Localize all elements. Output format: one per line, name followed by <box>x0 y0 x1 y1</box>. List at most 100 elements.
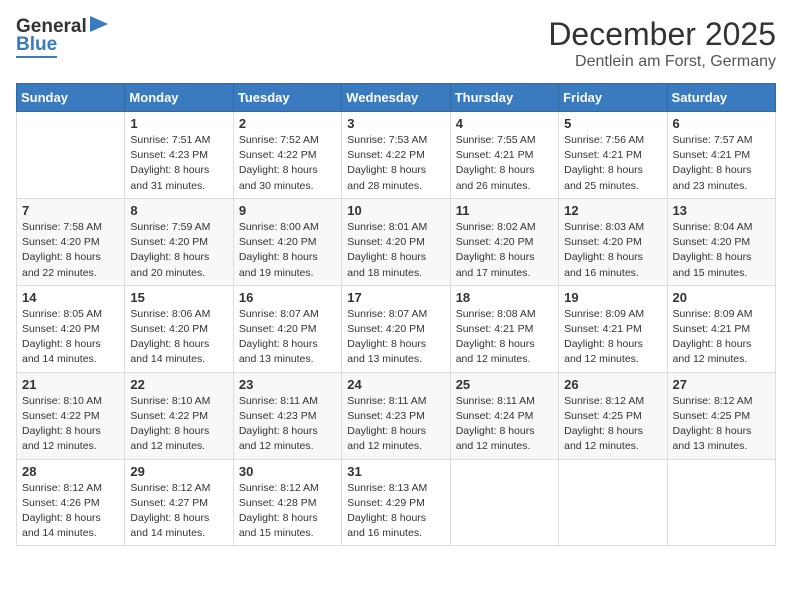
calendar-cell: 29 Sunrise: 8:12 AMSunset: 4:27 PMDayligh… <box>125 459 233 546</box>
dow-header-saturday: Saturday <box>667 84 775 112</box>
day-number: 11 <box>456 203 553 218</box>
calendar-cell <box>17 112 125 199</box>
calendar-cell: 28Sunrise: 8:12 AMSunset: 4:26 PMDayligh… <box>17 459 125 546</box>
day-number: 13 <box>673 203 770 218</box>
calendar-cell: 7 Sunrise: 7:58 AMSunset: 4:20 PMDaylight… <box>17 198 125 285</box>
day-number: 12 <box>564 203 661 218</box>
day-number: 1 <box>130 116 227 131</box>
title-section: December 2025 Dentlein am Forst, Germany <box>548 16 776 71</box>
day-number: 17 <box>347 290 444 305</box>
day-number: 19 <box>564 290 661 305</box>
day-info: Sunrise: 8:12 AMSunset: 4:25 PMDaylight:… <box>564 394 661 455</box>
day-number: 2 <box>239 116 336 131</box>
calendar-cell: 30Sunrise: 8:12 AMSunset: 4:28 PMDayligh… <box>233 459 341 546</box>
logo: General Blue <box>16 16 108 58</box>
day-number: 29 <box>130 464 227 479</box>
calendar-cell: 25Sunrise: 8:11 AMSunset: 4:24 PMDayligh… <box>450 372 558 459</box>
calendar-cell: 24 Sunrise: 8:11 AMSunset: 4:23 PMDayligh… <box>342 372 450 459</box>
day-number: 14 <box>22 290 119 305</box>
calendar-cell: 5 Sunrise: 7:56 AMSunset: 4:21 PMDaylight… <box>559 112 667 199</box>
calendar-cell: 4 Sunrise: 7:55 AMSunset: 4:21 PMDaylight… <box>450 112 558 199</box>
calendar-cell: 12 Sunrise: 8:03 AMSunset: 4:20 PMDayligh… <box>559 198 667 285</box>
dow-header-wednesday: Wednesday <box>342 84 450 112</box>
day-info: Sunrise: 7:57 AMSunset: 4:21 PMDaylight:… <box>673 133 770 194</box>
calendar-cell <box>667 459 775 546</box>
dow-header-sunday: Sunday <box>17 84 125 112</box>
day-number: 10 <box>347 203 444 218</box>
day-number: 7 <box>22 203 119 218</box>
day-number: 21 <box>22 377 119 392</box>
calendar-cell: 18 Sunrise: 8:08 AMSunset: 4:21 PMDayligh… <box>450 285 558 372</box>
calendar-cell: 2 Sunrise: 7:52 AMSunset: 4:22 PMDaylight… <box>233 112 341 199</box>
day-info: Sunrise: 8:11 AMSunset: 4:23 PMDaylight:… <box>239 394 336 455</box>
day-info: Sunrise: 7:53 AMSunset: 4:22 PMDaylight:… <box>347 133 444 194</box>
week-row-3: 14 Sunrise: 8:05 AMSunset: 4:20 PMDayligh… <box>17 285 776 372</box>
day-info: Sunrise: 8:04 AMSunset: 4:20 PMDaylight:… <box>673 220 770 281</box>
day-number: 28 <box>22 464 119 479</box>
day-number: 27 <box>673 377 770 392</box>
logo-blue-text: Blue <box>16 34 57 58</box>
day-info: Sunrise: 8:13 AMSunset: 4:29 PMDaylight:… <box>347 481 444 542</box>
calendar-cell: 3 Sunrise: 7:53 AMSunset: 4:22 PMDaylight… <box>342 112 450 199</box>
page-header: General Blue December 2025 Dentlein am F… <box>16 16 776 71</box>
day-number: 3 <box>347 116 444 131</box>
week-row-1: 1 Sunrise: 7:51 AMSunset: 4:23 PMDaylight… <box>17 112 776 199</box>
day-info: Sunrise: 8:12 AMSunset: 4:27 PMDaylight:… <box>130 481 227 542</box>
calendar-cell: 9Sunrise: 8:00 AMSunset: 4:20 PMDaylight… <box>233 198 341 285</box>
day-info: Sunrise: 8:07 AMSunset: 4:20 PMDaylight:… <box>347 307 444 368</box>
day-number: 5 <box>564 116 661 131</box>
day-info: Sunrise: 8:01 AMSunset: 4:20 PMDaylight:… <box>347 220 444 281</box>
calendar-cell: 27 Sunrise: 8:12 AMSunset: 4:25 PMDayligh… <box>667 372 775 459</box>
calendar-cell: 14 Sunrise: 8:05 AMSunset: 4:20 PMDayligh… <box>17 285 125 372</box>
day-info: Sunrise: 8:08 AMSunset: 4:21 PMDaylight:… <box>456 307 553 368</box>
day-number: 22 <box>130 377 227 392</box>
calendar-cell: 19 Sunrise: 8:09 AMSunset: 4:21 PMDayligh… <box>559 285 667 372</box>
day-info: Sunrise: 8:03 AMSunset: 4:20 PMDaylight:… <box>564 220 661 281</box>
calendar-cell: 6 Sunrise: 7:57 AMSunset: 4:21 PMDaylight… <box>667 112 775 199</box>
day-info: Sunrise: 8:12 AMSunset: 4:28 PMDaylight:… <box>239 481 336 542</box>
calendar-cell: 10 Sunrise: 8:01 AMSunset: 4:20 PMDayligh… <box>342 198 450 285</box>
day-number: 26 <box>564 377 661 392</box>
day-info: Sunrise: 7:55 AMSunset: 4:21 PMDaylight:… <box>456 133 553 194</box>
month-year: December 2025 <box>548 16 776 53</box>
calendar-cell <box>450 459 558 546</box>
calendar-cell: 16Sunrise: 8:07 AMSunset: 4:20 PMDayligh… <box>233 285 341 372</box>
day-number: 8 <box>130 203 227 218</box>
week-row-2: 7 Sunrise: 7:58 AMSunset: 4:20 PMDaylight… <box>17 198 776 285</box>
calendar-cell: 11Sunrise: 8:02 AMSunset: 4:20 PMDayligh… <box>450 198 558 285</box>
day-info: Sunrise: 8:09 AMSunset: 4:21 PMDaylight:… <box>564 307 661 368</box>
day-info: Sunrise: 8:05 AMSunset: 4:20 PMDaylight:… <box>22 307 119 368</box>
day-info: Sunrise: 7:58 AMSunset: 4:20 PMDaylight:… <box>22 220 119 281</box>
dow-header-friday: Friday <box>559 84 667 112</box>
day-number: 24 <box>347 377 444 392</box>
calendar-cell: 23 Sunrise: 8:11 AMSunset: 4:23 PMDayligh… <box>233 372 341 459</box>
day-info: Sunrise: 7:52 AMSunset: 4:22 PMDaylight:… <box>239 133 336 194</box>
week-row-5: 28Sunrise: 8:12 AMSunset: 4:26 PMDayligh… <box>17 459 776 546</box>
day-info: Sunrise: 7:51 AMSunset: 4:23 PMDaylight:… <box>130 133 227 194</box>
day-info: Sunrise: 8:00 AMSunset: 4:20 PMDaylight:… <box>239 220 336 281</box>
days-of-week-row: SundayMondayTuesdayWednesdayThursdayFrid… <box>17 84 776 112</box>
calendar-cell: 15Sunrise: 8:06 AMSunset: 4:20 PMDayligh… <box>125 285 233 372</box>
day-info: Sunrise: 8:12 AMSunset: 4:25 PMDaylight:… <box>673 394 770 455</box>
day-info: Sunrise: 8:10 AMSunset: 4:22 PMDaylight:… <box>130 394 227 455</box>
day-number: 6 <box>673 116 770 131</box>
calendar-cell: 1 Sunrise: 7:51 AMSunset: 4:23 PMDaylight… <box>125 112 233 199</box>
day-number: 16 <box>239 290 336 305</box>
day-info: Sunrise: 7:56 AMSunset: 4:21 PMDaylight:… <box>564 133 661 194</box>
dow-header-tuesday: Tuesday <box>233 84 341 112</box>
day-number: 23 <box>239 377 336 392</box>
day-info: Sunrise: 8:11 AMSunset: 4:24 PMDaylight:… <box>456 394 553 455</box>
day-number: 4 <box>456 116 553 131</box>
day-info: Sunrise: 8:09 AMSunset: 4:21 PMDaylight:… <box>673 307 770 368</box>
logo-arrow-icon <box>90 14 108 34</box>
day-number: 31 <box>347 464 444 479</box>
location: Dentlein am Forst, Germany <box>548 53 776 71</box>
dow-header-thursday: Thursday <box>450 84 558 112</box>
calendar-cell: 22 Sunrise: 8:10 AMSunset: 4:22 PMDayligh… <box>125 372 233 459</box>
calendar-cell: 8 Sunrise: 7:59 AMSunset: 4:20 PMDaylight… <box>125 198 233 285</box>
day-number: 18 <box>456 290 553 305</box>
calendar-table: SundayMondayTuesdayWednesdayThursdayFrid… <box>16 83 776 546</box>
day-info: Sunrise: 7:59 AMSunset: 4:20 PMDaylight:… <box>130 220 227 281</box>
day-info: Sunrise: 8:11 AMSunset: 4:23 PMDaylight:… <box>347 394 444 455</box>
calendar-cell: 31 Sunrise: 8:13 AMSunset: 4:29 PMDayligh… <box>342 459 450 546</box>
